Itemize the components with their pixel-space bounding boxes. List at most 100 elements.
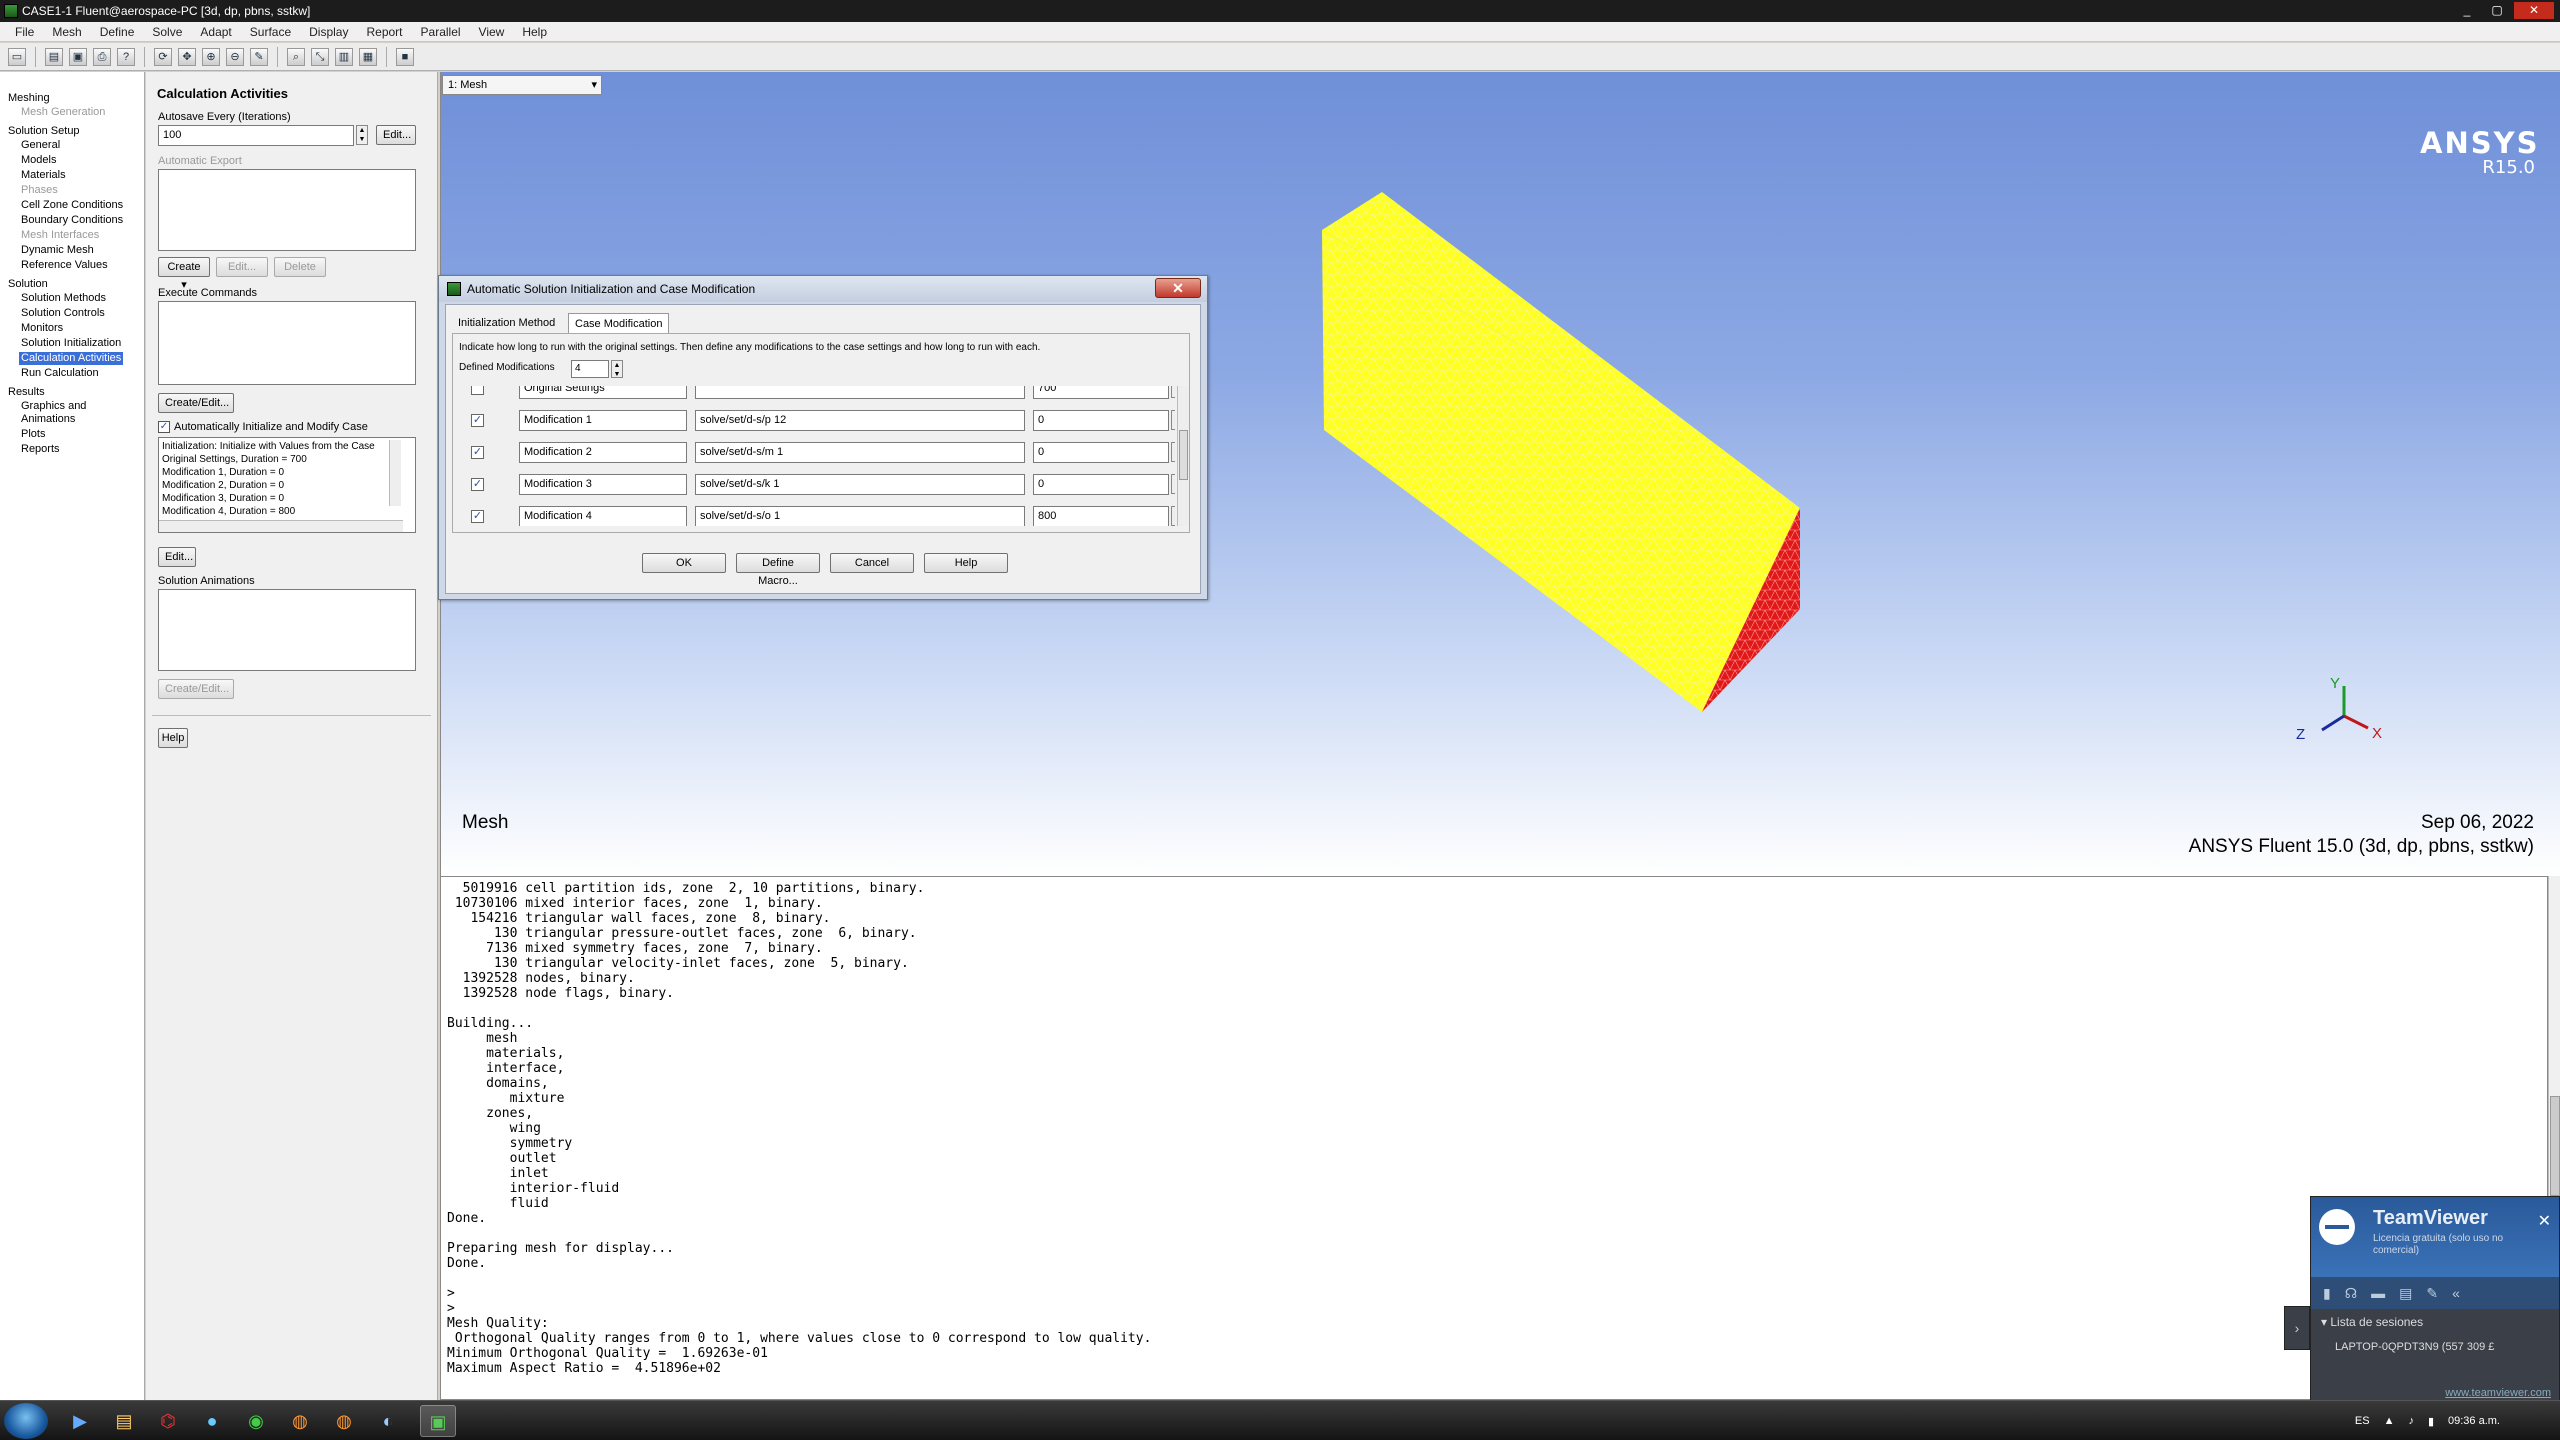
lights-icon[interactable]: ■ [396,47,414,66]
teamviewer-collapse-tab[interactable]: › [2284,1306,2310,1350]
nav-monitors[interactable]: Monitors [21,322,140,335]
nav-dynamic-mesh[interactable]: Dynamic Mesh [21,244,140,257]
taskbar-app-explorer-icon[interactable]: ▤ [106,1405,142,1437]
video-icon[interactable]: ▮ [2323,1285,2331,1302]
defined-modifications-spinner[interactable]: ▲ ▼ [611,360,623,378]
row-command[interactable]: solve/set/d-s/o 1 [695,506,1025,526]
row-checkbox[interactable]: ✓ [471,446,484,459]
probe-icon[interactable]: ✎ [250,47,268,66]
nav-cell-zone-conditions[interactable]: Cell Zone Conditions [21,199,140,212]
maximize-button[interactable]: ▢ [2484,2,2510,19]
zoom-out-icon[interactable]: ⊖ [226,47,244,66]
nav-mesh-interfaces[interactable]: Mesh Interfaces [21,229,140,242]
tools-icon[interactable]: ✎ [2426,1285,2438,1302]
row-command[interactable]: solve/set/d-s/p 12 [695,410,1025,431]
nav-general[interactable]: General [21,139,140,152]
autosave-input[interactable]: 100 [158,125,354,146]
nav-run-calculation[interactable]: Run Calculation [21,367,140,380]
mesh-view[interactable] [1240,190,1800,720]
menu-report[interactable]: Report [357,25,411,39]
row-duration-spinner[interactable]: ▲▼ [1171,386,1175,398]
dialog-title-bar[interactable]: Automatic Solution Initialization and Ca… [439,276,1207,302]
delete-button[interactable]: Delete [274,257,326,277]
teamviewer-link[interactable]: www.teamviewer.com [2445,1387,2551,1399]
console-scrollbar-thumb[interactable] [2550,1096,2560,1196]
menu-define[interactable]: Define [91,25,144,39]
console[interactable]: 5019916 cell partition ids, zone 2, 10 p… [440,876,2548,1400]
open-icon[interactable]: ▤ [45,47,63,66]
layout-icon[interactable]: ▥ [335,47,353,66]
volume-icon[interactable]: ♪ [2408,1415,2414,1427]
row-duration[interactable]: 0 [1033,442,1169,463]
teamviewer-close-icon[interactable]: ✕ [2538,1211,2551,1231]
views-icon[interactable]: ⤡ [311,47,329,66]
colormap-icon[interactable]: ▦ [359,47,377,66]
nav-solution-controls[interactable]: Solution Controls [21,307,140,320]
minimize-button[interactable]: _ [2454,2,2480,19]
save-icon[interactable]: ▣ [69,47,87,66]
row-checkbox[interactable] [471,386,484,395]
row-checkbox[interactable]: ✓ [471,414,484,427]
menu-mesh[interactable]: Mesh [43,25,90,39]
init-summary-hscroll[interactable] [159,520,403,532]
files-icon[interactable]: ▤ [2399,1285,2412,1302]
execute-commands-list[interactable] [158,301,416,385]
row-duration-spinner[interactable]: ▲▼ [1171,410,1175,430]
nav-solution-initialization[interactable]: Solution Initialization [21,337,140,350]
row-duration-spinner[interactable]: ▲▼ [1171,442,1175,462]
row-duration[interactable]: 800 [1033,506,1169,526]
language-indicator[interactable]: ES [2355,1415,2370,1427]
defined-modifications-input[interactable]: 4 [571,360,609,378]
tab-initialization-method[interactable]: Initialization Method [452,313,561,333]
solution-animations-list[interactable] [158,589,416,671]
row-name[interactable]: Modification 4 [519,506,687,526]
pan-icon[interactable]: ✥ [178,47,196,66]
menu-surface[interactable]: Surface [241,25,300,39]
menu-file[interactable]: File [6,25,43,39]
export-edit-button[interactable]: Edit... [216,257,268,277]
network-icon[interactable]: ▮ [2428,1415,2434,1428]
fit-icon[interactable]: ⌕ [287,47,305,66]
row-command[interactable] [695,386,1025,399]
cancel-button[interactable]: Cancel [830,553,914,573]
taskbar-app-fluent-icon[interactable]: ▣ [420,1405,456,1437]
menu-view[interactable]: View [470,25,514,39]
new-icon[interactable]: ▭ [8,47,26,66]
close-button[interactable]: ✕ [2514,2,2554,19]
nav-solution[interactable]: Solution [8,278,140,290]
taskbar-app-firefox-icon[interactable]: ◍ [282,1405,318,1437]
table-vscroll-thumb[interactable] [1179,430,1188,480]
nav-graphics-and-animations[interactable]: Graphics and Animations [21,400,140,426]
audio-icon[interactable]: ☊ [2345,1285,2357,1302]
tab-case-modification[interactable]: Case Modification [568,313,670,333]
nav-calculation-activities[interactable]: Calculation Activities [19,352,124,365]
help-button[interactable]: Help [158,728,188,748]
define-macro-button[interactable]: Define Macro... [736,553,820,587]
nav-plots[interactable]: Plots [21,428,140,441]
create-dropdown-button[interactable]: Create ▾ [158,257,210,291]
nav-reports[interactable]: Reports [21,443,140,456]
menu-adapt[interactable]: Adapt [191,25,240,39]
zoom-in-icon[interactable]: ⊕ [202,47,220,66]
row-name[interactable]: Modification 3 [519,474,687,495]
init-summary-vscroll[interactable] [389,440,401,506]
nav-results[interactable]: Results [8,386,140,398]
autosave-edit-button[interactable]: Edit... [376,125,416,145]
menu-help[interactable]: Help [513,25,556,39]
tray-expand-icon[interactable]: ▲ [2384,1415,2395,1427]
dialog-help-button[interactable]: Help [924,553,1008,573]
teamviewer-session-item[interactable]: LAPTOP-0QPDT3N9 (557 309 £ [2311,1335,2559,1359]
nav-boundary-conditions[interactable]: Boundary Conditions [21,214,140,227]
init-edit-button[interactable]: Edit... [158,547,196,567]
taskbar-app-pdf-icon[interactable]: ⌬ [150,1405,186,1437]
row-duration[interactable]: 0 [1033,474,1169,495]
row-command[interactable]: solve/set/d-s/m 1 [695,442,1025,463]
taskbar-app-media-icon[interactable]: ▶ [62,1405,98,1437]
init-summary-list[interactable]: Initialization: Initialize with Values f… [158,437,416,533]
taskbar-app-teamviewer-icon[interactable]: ◐ [370,1405,406,1437]
nav-models[interactable]: Models [21,154,140,167]
row-duration-spinner[interactable]: ▲▼ [1171,506,1175,526]
menu-display[interactable]: Display [300,25,357,39]
print-icon[interactable]: ⎙ [93,47,111,66]
animations-create-edit-button[interactable]: Create/Edit... [158,679,234,699]
